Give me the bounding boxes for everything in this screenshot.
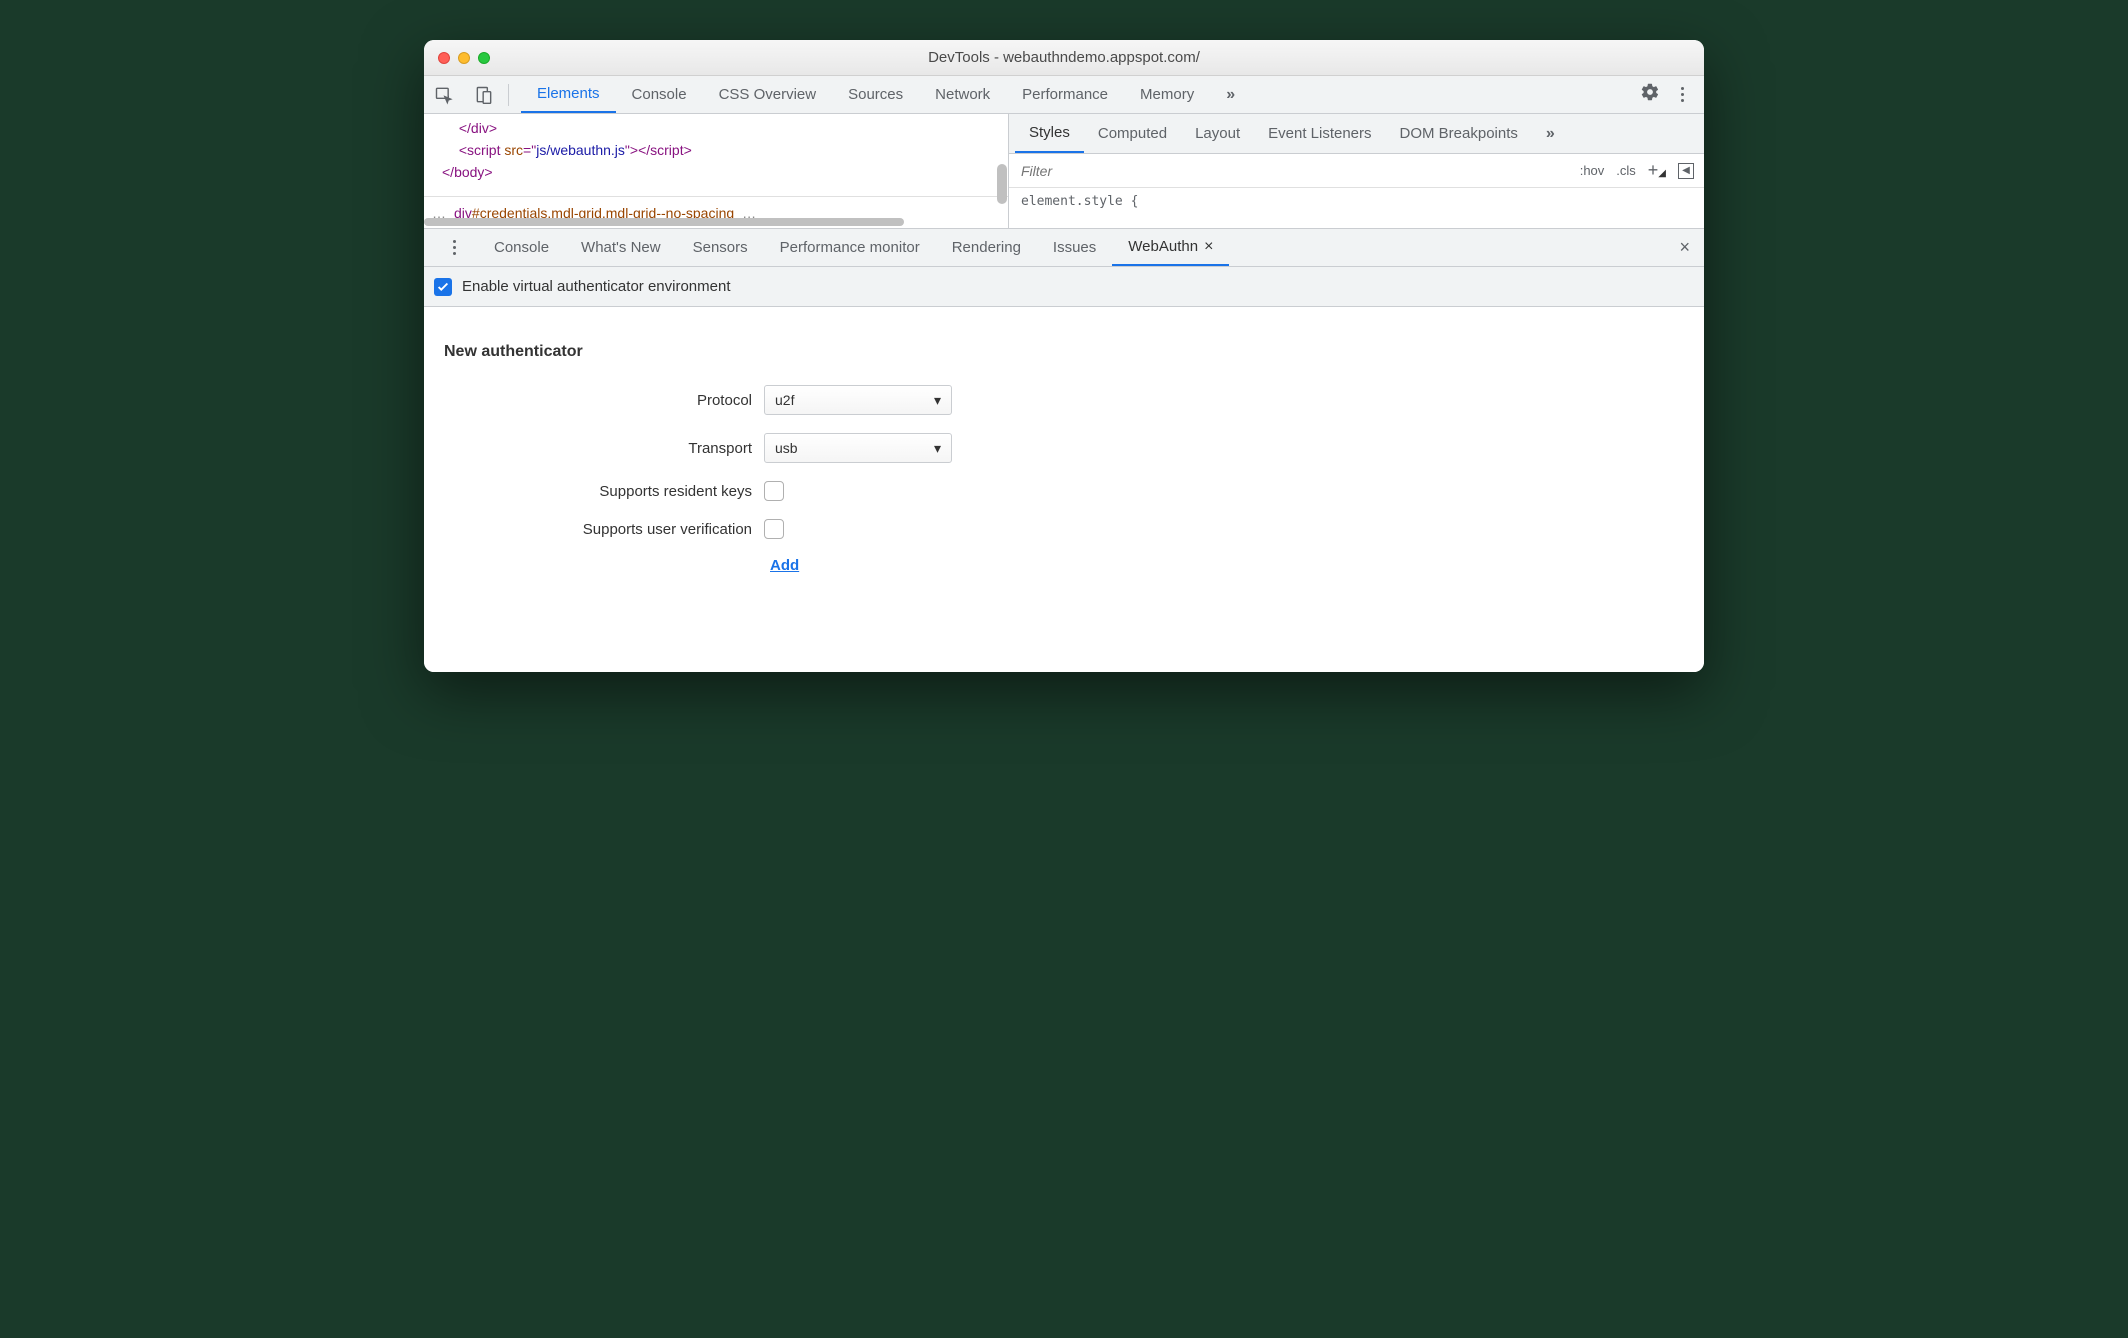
tab-network[interactable]: Network [919,76,1006,113]
main-toolbar: Elements Console CSS Overview Sources Ne… [424,76,1704,114]
main-tabs: Elements Console CSS Overview Sources Ne… [521,76,1251,113]
protocol-label: Protocol [444,392,764,409]
user-verification-checkbox[interactable] [764,519,784,539]
drawer-tab-issues[interactable]: Issues [1037,229,1112,266]
styles-tabs: Styles Computed Layout Event Listeners D… [1009,114,1704,154]
panels: </div> <script src="js/webauthn.js"></sc… [424,114,1704,229]
tab-memory[interactable]: Memory [1124,76,1210,113]
chevron-down-icon: ▾ [934,440,941,457]
tab-console[interactable]: Console [616,76,703,113]
enable-virtual-auth-checkbox[interactable] [434,278,452,296]
toolbar-right [1640,82,1704,107]
protocol-select[interactable]: u2f ▾ [764,385,952,415]
new-style-rule-button[interactable]: +◢ [1648,160,1666,181]
drawer-tab-webauthn[interactable]: WebAuthn× [1112,229,1229,266]
enable-virtual-auth-row[interactable]: Enable virtual authenticator environment [424,267,1704,307]
drawer-more-button[interactable] [430,229,478,266]
tab-performance[interactable]: Performance [1006,76,1124,113]
chevron-down-icon: ▾ [934,392,941,409]
tab-dom-breakpoints[interactable]: DOM Breakpoints [1386,114,1532,153]
styles-filter-bar: :hov .cls +◢ ◀ [1009,154,1704,188]
vertical-scrollbar[interactable] [997,114,1007,228]
drawer-tab-perfmon[interactable]: Performance monitor [764,229,936,266]
drawer-tabs: Console What's New Sensors Performance m… [424,229,1704,267]
drawer-close-button[interactable]: × [1679,237,1704,258]
tab-css-overview[interactable]: CSS Overview [703,76,833,113]
user-verification-label: Supports user verification [444,521,764,538]
tab-layout[interactable]: Layout [1181,114,1254,153]
elements-dom-panel[interactable]: </div> <script src="js/webauthn.js"></sc… [424,114,1009,228]
transport-select[interactable]: usb ▾ [764,433,952,463]
titlebar: DevTools - webauthndemo.appspot.com/ [424,40,1704,76]
transport-label: Transport [444,440,764,457]
drawer-tab-sensors[interactable]: Sensors [677,229,764,266]
device-toggle-button[interactable] [464,85,504,105]
more-tabs-button[interactable]: » [1210,76,1251,113]
add-authenticator-button[interactable]: Add [770,557,799,574]
tab-sources[interactable]: Sources [832,76,919,113]
dom-tree[interactable]: </div> <script src="js/webauthn.js"></sc… [424,114,1008,196]
tab-computed[interactable]: Computed [1084,114,1181,153]
close-icon[interactable]: × [1204,238,1213,256]
tab-event-listeners[interactable]: Event Listeners [1254,114,1385,153]
new-authenticator-heading: New authenticator [444,343,1684,361]
cls-toggle[interactable]: .cls [1616,163,1636,178]
toggle-computed-sidebar-button[interactable]: ◀ [1678,163,1694,179]
tab-elements[interactable]: Elements [521,76,616,113]
divider [508,84,509,106]
resident-keys-label: Supports resident keys [444,483,764,500]
webauthn-panel: Enable virtual authenticator environment… [424,267,1704,672]
settings-button[interactable] [1640,82,1660,107]
more-styles-tabs-button[interactable]: » [1532,114,1569,153]
check-icon [436,280,450,294]
tab-styles[interactable]: Styles [1015,114,1084,153]
new-authenticator-form: New authenticator Protocol u2f ▾ Transpo… [424,307,1704,672]
hov-toggle[interactable]: :hov [1580,163,1605,178]
drawer-tab-console[interactable]: Console [478,229,565,266]
styles-filter-input[interactable] [1009,163,1580,179]
more-options-button[interactable] [1674,87,1690,102]
styles-rule[interactable]: element.style { [1009,188,1704,215]
enable-virtual-auth-label: Enable virtual authenticator environment [462,278,731,295]
inspect-element-button[interactable] [424,85,464,105]
styles-panel: Styles Computed Layout Event Listeners D… [1009,114,1704,228]
drawer-tab-whatsnew[interactable]: What's New [565,229,677,266]
drawer-tab-rendering[interactable]: Rendering [936,229,1037,266]
window-title: DevTools - webauthndemo.appspot.com/ [424,49,1704,66]
gear-icon [1640,82,1660,102]
resident-keys-checkbox[interactable] [764,481,784,501]
devtools-window: DevTools - webauthndemo.appspot.com/ Ele… [424,40,1704,672]
